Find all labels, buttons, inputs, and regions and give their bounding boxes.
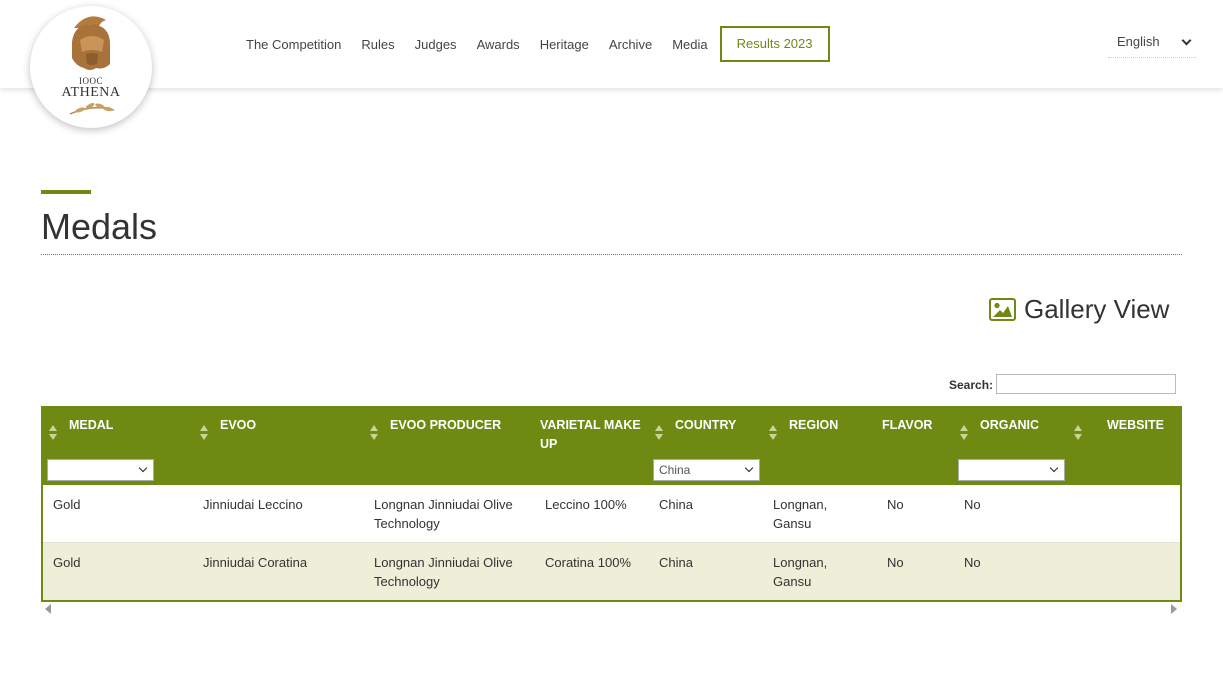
cell-producer: Longnan Jinniudai Olive Technology (374, 497, 513, 531)
site-logo[interactable]: IOOC ATHENA (30, 6, 152, 128)
nav-item-judges[interactable]: Judges (405, 37, 467, 52)
chevron-down-icon (1181, 35, 1192, 46)
scroll-left-arrow-icon[interactable] (45, 604, 51, 614)
gallery-view-label: Gallery View (1024, 293, 1170, 324)
medal-filter-select[interactable] (47, 459, 154, 481)
column-header-evoo-producer[interactable]: EVOO PRODUCER (390, 416, 501, 435)
column-header-region[interactable]: REGION (789, 416, 838, 435)
cell-evoo: Jinniudai Leccino (203, 497, 303, 512)
sort-icon[interactable] (1074, 425, 1082, 441)
country-filter-value: China (659, 463, 691, 477)
chevron-down-icon (744, 463, 754, 473)
nav-item-archive[interactable]: Archive (599, 37, 662, 52)
cell-region: Longnan, Gansu (773, 555, 828, 589)
site-header: The Competition Rules Judges Awards Heri… (0, 0, 1223, 88)
title-accent-bar (41, 190, 91, 194)
table-row: Gold Jinniudai Leccino Longnan Jinniudai… (43, 485, 1180, 543)
nav-item-the-competition[interactable]: The Competition (236, 37, 351, 52)
column-header-evoo[interactable]: EVOO (220, 416, 256, 435)
cell-organic: No (964, 555, 981, 570)
column-header-medal[interactable]: MEDAL (69, 416, 113, 435)
main-nav: The Competition Rules Judges Awards Heri… (236, 26, 830, 62)
column-header-varietal-make-up[interactable]: VARIETAL MAKE UP (540, 416, 650, 454)
cell-organic: No (964, 497, 981, 512)
language-selected: English (1117, 34, 1160, 49)
athena-helmet-icon (69, 16, 115, 115)
sort-icon[interactable] (960, 425, 968, 441)
page-title: Medals (41, 206, 158, 247)
nav-item-heritage[interactable]: Heritage (530, 37, 599, 52)
cell-country: China (659, 555, 693, 570)
cell-country: China (659, 497, 693, 512)
cell-medal: Gold (53, 497, 81, 512)
gallery-view-link[interactable]: Gallery View (989, 292, 1169, 326)
cell-varietal: Coratina 100% (545, 555, 631, 570)
table-header: MEDAL EVOO EVOO PRODUCER VARIETAL MAKE U… (43, 408, 1180, 485)
nav-item-media[interactable]: Media (662, 37, 717, 52)
sort-icon[interactable] (49, 425, 57, 441)
nav-results-button[interactable]: Results 2023 (719, 26, 830, 62)
language-select[interactable]: English (1108, 30, 1196, 58)
cell-producer: Longnan Jinniudai Olive Technology (374, 555, 513, 589)
nav-item-awards[interactable]: Awards (467, 37, 530, 52)
search-input[interactable] (996, 374, 1176, 394)
chevron-down-icon (138, 463, 148, 473)
medals-table: MEDAL EVOO EVOO PRODUCER VARIETAL MAKE U… (41, 406, 1182, 602)
cell-evoo: Jinniudai Coratina (203, 555, 308, 570)
cell-medal: Gold (53, 555, 81, 570)
column-header-organic[interactable]: ORGANIC (980, 416, 1039, 435)
logo-text-athena: ATHENA (61, 85, 121, 100)
image-icon (989, 297, 1016, 321)
cell-flavor: No (887, 555, 904, 570)
column-header-country[interactable]: COUNTRY (675, 416, 736, 435)
cell-flavor: No (887, 497, 904, 512)
title-divider (41, 254, 1182, 255)
sort-icon[interactable] (370, 425, 378, 441)
scroll-right-arrow-icon[interactable] (1171, 604, 1177, 614)
cell-varietal: Leccino 100% (545, 497, 627, 512)
country-filter-select[interactable]: China (653, 459, 760, 481)
search-label: Search: (949, 378, 994, 392)
column-header-flavor[interactable]: FLAVOR (882, 416, 932, 435)
organic-filter-select[interactable] (958, 459, 1065, 481)
sort-icon[interactable] (655, 425, 663, 441)
chevron-down-icon (1049, 463, 1059, 473)
table-row: Gold Jinniudai Coratina Longnan Jinniuda… (43, 543, 1180, 600)
sort-icon[interactable] (200, 425, 208, 441)
sort-icon[interactable] (769, 425, 777, 441)
column-header-website[interactable]: WEBSITE (1107, 416, 1164, 435)
cell-region: Longnan, Gansu (773, 497, 828, 531)
nav-item-rules[interactable]: Rules (351, 37, 404, 52)
